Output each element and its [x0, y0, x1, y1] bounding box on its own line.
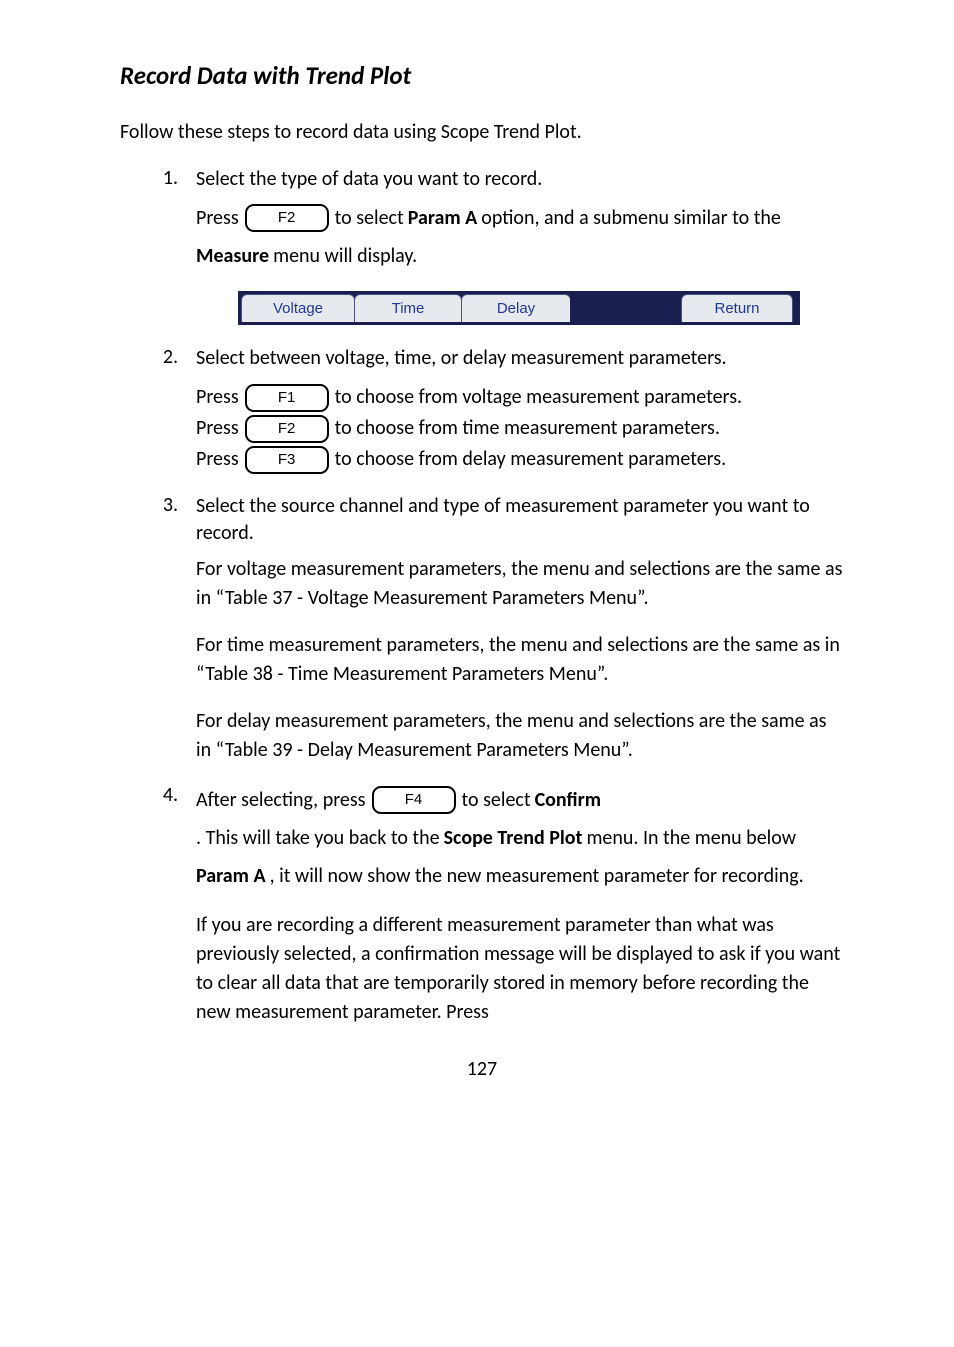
tab-spacer: [570, 294, 682, 322]
step-number-1: 1.: [120, 166, 196, 190]
f2-key-icon: F2: [245, 415, 329, 443]
tab-voltage: Voltage: [241, 294, 355, 322]
intro-paragraph: Follow these steps to record data using …: [120, 119, 844, 146]
f2-key-icon: F2: [245, 204, 329, 232]
f1-key-icon: F1: [245, 384, 329, 412]
step-2-title: Select between voltage, time, or delay m…: [196, 345, 844, 372]
step-4-body: After selecting, press F4 to select Conf…: [196, 783, 844, 893]
step-4-p2: If you are recording a different measure…: [196, 911, 844, 1027]
scope-trend-plot-label: Scope Trend Plot: [444, 821, 583, 855]
press-label: Press: [196, 413, 239, 444]
tab-delay: Delay: [461, 294, 571, 322]
press-label: Press: [196, 444, 239, 475]
tab-time: Time: [354, 294, 462, 322]
step-1-text-a: to select: [335, 201, 404, 235]
step-2-line-1: Press F1 to choose from voltage measurem…: [196, 382, 844, 413]
f3-key-icon: F3: [245, 446, 329, 474]
param-a-label-2: Param A: [196, 859, 266, 893]
step-1-detail: Press F2 to select Param A option, and a…: [196, 201, 844, 273]
step-3-title: Select the source channel and type of me…: [196, 493, 844, 547]
step-2-text-2: to choose from time measurement paramete…: [335, 413, 720, 444]
step-4-mid-b: . This will take you back to the: [196, 821, 440, 855]
step-1-title: Select the type of data you want to reco…: [196, 166, 844, 193]
confirm-label: Confirm: [535, 783, 601, 817]
measure-menu-screenshot: Voltage Time Delay Return: [238, 291, 800, 325]
step-1-text-c: menu will display.: [273, 239, 417, 273]
press-label: Press: [196, 382, 239, 413]
f4-key-icon: F4: [372, 786, 456, 814]
step-2-line-3: Press F3 to choose from delay measuremen…: [196, 444, 844, 475]
step-1-text-b: option, and a submenu similar to the: [481, 201, 781, 235]
step-4-pre: After selecting, press: [196, 783, 366, 817]
step-number-4: 4.: [120, 783, 196, 807]
step-1-press-label: Press: [196, 201, 239, 235]
page-number: 127: [120, 1057, 844, 1081]
step-4-mid-d: , it will now show the new measurement p…: [270, 859, 804, 893]
step-2-line-2: Press F2 to choose from time measurement…: [196, 413, 844, 444]
step-4-mid-a: to select: [462, 783, 531, 817]
step-number-3: 3.: [120, 493, 196, 517]
step-4-mid-c: menu. In the menu below: [586, 821, 796, 855]
step-3-p1: For voltage measurement parameters, the …: [196, 555, 844, 613]
measure-label: Measure: [196, 239, 269, 273]
step-3-p2: For time measurement parameters, the men…: [196, 631, 844, 689]
step-3-p3: For delay measurement parameters, the me…: [196, 707, 844, 765]
param-a-label: Param A: [408, 201, 478, 235]
tab-return: Return: [681, 294, 793, 322]
step-2-text-1: to choose from voltage measurement param…: [335, 382, 742, 413]
section-heading: Record Data with Trend Plot: [120, 60, 844, 91]
step-2-text-3: to choose from delay measurement paramet…: [335, 444, 727, 475]
step-number-2: 2.: [120, 345, 196, 369]
